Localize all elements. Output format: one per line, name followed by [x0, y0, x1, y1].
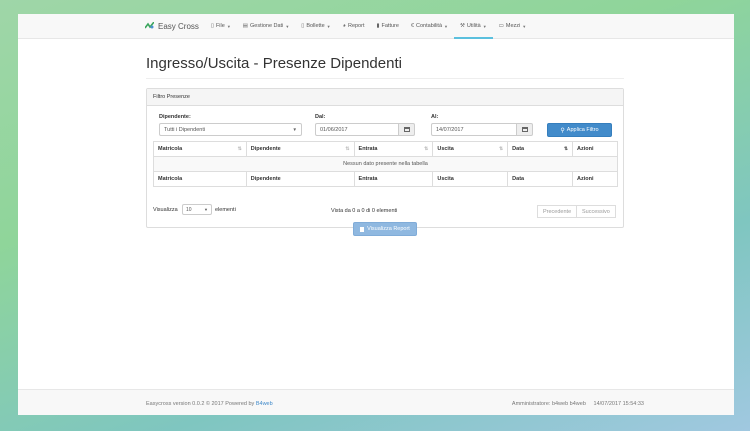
caret-down-icon: ▼ — [444, 23, 448, 29]
col-entrata[interactable]: Entrata ⇅ — [353, 141, 434, 157]
nav-bollette-label: Bollette — [306, 23, 325, 29]
table-footer-row: Matricola Dipendente Entrata Uscita Data… — [153, 171, 618, 187]
page-footer: Easycross version 0.0.2 © 2017 Powered b… — [18, 389, 734, 415]
col-azioni: Azioni — [572, 141, 618, 157]
sort-desc-icon: ⇅ — [563, 146, 569, 152]
nav-file-label: File — [215, 23, 225, 29]
caret-down-icon: ▼ — [326, 23, 331, 29]
chevron-down-icon: ▼ — [292, 127, 297, 132]
length-suffix: elementi — [215, 207, 236, 213]
filter-panel: Filtro Presenze Dipendente: Tutti i Dipe… — [146, 88, 624, 236]
nav-utilita[interactable]: ⚒ Utilità ▼ — [453, 14, 493, 39]
sort-icon: ⇅ — [424, 146, 429, 152]
calendar-icon — [403, 127, 410, 132]
nav-gestione-dati-label: Gestione Dati — [249, 23, 284, 29]
length-prefix: Visualizza — [153, 207, 178, 213]
al-calendar-button[interactable] — [517, 123, 533, 136]
easy-cross-logo-icon — [145, 22, 154, 29]
invoice-icon: ▮ — [376, 23, 380, 29]
brand-name: Easy Cross — [158, 21, 199, 31]
dal-label: Dal: — [315, 114, 326, 120]
euro-icon: € — [410, 23, 415, 29]
foot-uscita: Uscita — [432, 171, 509, 187]
filter-panel-title: Filtro Presenze — [147, 89, 623, 106]
dipendente-label: Dipendente: — [159, 114, 191, 120]
foot-dipendente: Dipendente — [245, 171, 355, 187]
col-data[interactable]: Data ⇅ — [507, 141, 574, 157]
sort-icon: ⇅ — [345, 146, 350, 152]
top-navbar: Easy Cross ▯ File ▼ ▤ Gestione Dati ▼ ▯ … — [18, 14, 734, 39]
page-length-select[interactable]: 10 ▼ — [182, 204, 212, 215]
caret-down-icon: ▼ — [285, 23, 290, 29]
table-header-row: Matricola ⇅ Dipendente ⇅ Entrata ⇅ Uscita ⇅ … — [153, 141, 618, 157]
page-title: Ingresso/Uscita - Presenze Dipendenti — [146, 55, 402, 72]
sort-icon: ⇅ — [237, 146, 242, 152]
wrench-icon: ⚒ — [459, 23, 465, 29]
next-page-button[interactable]: Successivo — [577, 205, 616, 218]
calendar-icon — [521, 127, 528, 132]
view-report-label: Visualizza Report — [367, 226, 410, 232]
nav-report-label: Report — [347, 23, 365, 29]
foot-matricola: Matricola — [153, 171, 247, 187]
admin-user: Amministratore: b4web b4web — [511, 401, 586, 407]
al-label: Al: — [431, 114, 439, 120]
nav-utilita-label: Utilità — [466, 23, 481, 29]
empty-table-message: Nessun dato presente nella tabella — [153, 156, 618, 172]
chevron-down-icon: ▼ — [204, 207, 208, 212]
brand[interactable]: Easy Cross — [145, 22, 199, 31]
nav-mezzi[interactable]: ▭ Mezzi ▼ — [493, 14, 533, 39]
file-icon: ▯ — [210, 23, 214, 29]
version-text: Easycross version 0.0.2 © 2017 Powered b… — [146, 401, 255, 407]
apply-filter-label: Applica Filtro — [566, 127, 599, 133]
dal-calendar-button[interactable] — [399, 123, 415, 136]
nav-fatture[interactable]: ▮ Fatture — [370, 14, 404, 39]
pie-chart-icon: ◕ — [342, 23, 346, 29]
dal-date-input[interactable]: 01/06/2017 — [315, 123, 399, 136]
powered-by-link[interactable]: B4web — [256, 401, 273, 407]
truck-icon: ▭ — [498, 23, 504, 29]
view-report-button[interactable]: Visualizza Report — [353, 222, 417, 236]
search-icon: ⚲ — [560, 127, 565, 134]
document-icon — [360, 226, 365, 232]
foot-data: Data — [507, 171, 574, 187]
table-row: Nessun dato presente nella tabella — [153, 156, 618, 172]
database-icon: ▤ — [242, 23, 248, 29]
previous-page-button[interactable]: Precedente — [537, 205, 578, 218]
col-matricola[interactable]: Matricola ⇅ — [153, 141, 247, 157]
nav-gestione-dati[interactable]: ▤ Gestione Dati ▼ — [237, 14, 296, 39]
nav-mezzi-label: Mezzi — [505, 23, 521, 29]
nav-report[interactable]: ◕ Report — [337, 14, 371, 39]
apply-filter-button[interactable]: ⚲ Applica Filtro — [547, 123, 612, 137]
footer-timestamp: 14/07/2017 15:54:33 — [593, 401, 644, 407]
sort-icon: ⇅ — [498, 146, 504, 152]
footer-status: Amministratore: b4web b4web 14/07/2017 1… — [512, 401, 644, 407]
dipendente-select[interactable]: Tutti i Dipendenti ▼ — [159, 123, 302, 136]
foot-azioni: Azioni — [572, 171, 618, 187]
app-window: Easy Cross ▯ File ▼ ▤ Gestione Dati ▼ ▯ … — [18, 14, 734, 415]
col-uscita[interactable]: Uscita ⇅ — [432, 141, 509, 157]
al-date-input[interactable]: 14/07/2017 — [431, 123, 517, 136]
nav-fatture-label: Fatture — [381, 23, 399, 29]
nav-bollette[interactable]: ▯ Bollette ▼ — [295, 14, 336, 39]
page-length-value: 10 — [186, 207, 192, 213]
caret-down-icon: ▼ — [482, 23, 487, 29]
foot-entrata: Entrata — [353, 171, 434, 187]
dipendente-select-value: Tutti i Dipendenti — [164, 127, 206, 133]
caret-down-icon: ▼ — [226, 23, 231, 29]
nav-contabilita-label: Contabilità — [416, 23, 443, 29]
document-icon: ▯ — [301, 23, 305, 29]
col-dipendente[interactable]: Dipendente ⇅ — [245, 141, 355, 157]
nav-contabilita[interactable]: € Contabilità ▼ — [405, 14, 454, 39]
nav-file[interactable]: ▯ File ▼ — [205, 14, 237, 39]
table-info: Vista da 0 a 0 di 0 elementi — [331, 208, 398, 214]
presenze-table: Matricola ⇅ Dipendente ⇅ Entrata ⇅ Uscita ⇅ … — [153, 141, 618, 187]
footer-version: Easycross version 0.0.2 © 2017 Powered b… — [146, 401, 273, 407]
title-divider — [146, 78, 624, 79]
caret-down-icon: ▼ — [522, 23, 527, 29]
